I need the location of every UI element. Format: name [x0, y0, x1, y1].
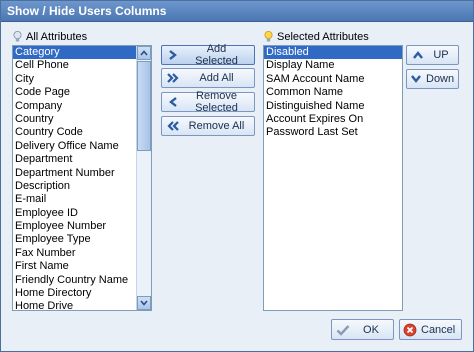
- list-item[interactable]: Password Last Set: [264, 126, 402, 139]
- cancel-icon: [403, 322, 417, 338]
- list-item[interactable]: Employee Number: [13, 220, 151, 233]
- chevron-down-icon: [140, 297, 148, 309]
- chevron-up-icon: [140, 47, 148, 59]
- list-item[interactable]: Friendly Country Name: [13, 274, 151, 287]
- chevron-up-icon: [410, 47, 426, 63]
- all-attributes-scrollbar[interactable]: [136, 46, 151, 310]
- list-item[interactable]: E-mail: [13, 193, 151, 206]
- list-item[interactable]: SAM Account Name: [264, 73, 402, 86]
- move-up-button[interactable]: UP: [406, 45, 459, 65]
- selected-attributes-header: Selected Attributes: [264, 31, 369, 43]
- list-item[interactable]: Employee ID: [13, 207, 151, 220]
- list-item[interactable]: Category: [13, 46, 151, 60]
- all-attributes-label: All Attributes: [26, 31, 88, 43]
- list-item[interactable]: Fax Number: [13, 247, 151, 260]
- list-item[interactable]: Cell Phone: [13, 59, 151, 72]
- ok-label: OK: [363, 323, 379, 336]
- remove-all-button[interactable]: Remove All: [161, 116, 255, 136]
- selected-attributes-label: Selected Attributes: [277, 31, 369, 43]
- list-item[interactable]: Department: [13, 153, 151, 166]
- list-item[interactable]: Country Code: [13, 126, 151, 139]
- remove-selected-button[interactable]: Remove Selected: [161, 90, 255, 114]
- list-item[interactable]: Distinguished Name: [264, 100, 402, 113]
- list-item[interactable]: Country: [13, 113, 151, 126]
- add-all-label: Add All: [199, 72, 234, 84]
- remove-all-label: Remove All: [188, 120, 245, 132]
- remove-selected-label: Remove Selected: [195, 90, 238, 114]
- list-item[interactable]: Delivery Office Name: [13, 140, 151, 153]
- list-item[interactable]: First Name: [13, 260, 151, 273]
- list-item[interactable]: Department Number: [13, 167, 151, 180]
- list-item[interactable]: Employee Type: [13, 233, 151, 246]
- add-all-button[interactable]: Add All: [161, 68, 255, 88]
- list-item[interactable]: Common Name: [264, 86, 402, 99]
- window-title: Show / Hide Users Columns: [7, 4, 167, 18]
- all-attributes-list[interactable]: Category Cell Phone City Code Page Company Co…: [12, 45, 152, 311]
- title-bar: Show / Hide Users Columns: [1, 1, 473, 22]
- list-item[interactable]: Code Page: [13, 86, 151, 99]
- list-item[interactable]: City: [13, 73, 151, 86]
- list-item[interactable]: Home Drive: [13, 300, 151, 310]
- move-down-label: Down: [426, 73, 455, 85]
- scroll-down-button[interactable]: [137, 296, 151, 310]
- list-item[interactable]: Disabled: [264, 46, 402, 60]
- all-attributes-header: All Attributes: [13, 31, 87, 43]
- double-arrow-right-icon: [165, 70, 181, 86]
- ok-button[interactable]: OK: [331, 319, 394, 340]
- cancel-label: Cancel: [421, 323, 456, 336]
- list-item[interactable]: Account Expires On: [264, 113, 402, 126]
- scroll-up-button[interactable]: [137, 46, 151, 60]
- double-arrow-left-icon: [165, 118, 181, 134]
- list-item[interactable]: Company: [13, 100, 151, 113]
- checkmark-icon: [335, 322, 351, 338]
- list-item[interactable]: Description: [13, 180, 151, 193]
- list-item[interactable]: Home Directory: [13, 287, 151, 300]
- add-selected-button[interactable]: Add Selected: [161, 43, 255, 67]
- lightbulb-off-icon: [13, 31, 22, 43]
- dialog-window: Show / Hide Users Columns All Attributes…: [0, 0, 474, 352]
- cancel-button[interactable]: Cancel: [399, 319, 462, 340]
- move-up-label: UP: [433, 49, 449, 61]
- scroll-thumb[interactable]: [137, 61, 151, 151]
- move-down-button[interactable]: Down: [406, 69, 459, 89]
- add-selected-label: Add Selected: [195, 43, 238, 67]
- selected-attributes-list[interactable]: Disabled Display Name SAM Account Name Comm…: [263, 45, 403, 311]
- chevron-down-icon: [410, 71, 422, 87]
- list-item[interactable]: Display Name: [264, 59, 402, 72]
- lightbulb-on-icon: [264, 31, 273, 43]
- arrow-left-icon: [165, 94, 181, 110]
- arrow-right-icon: [165, 47, 181, 63]
